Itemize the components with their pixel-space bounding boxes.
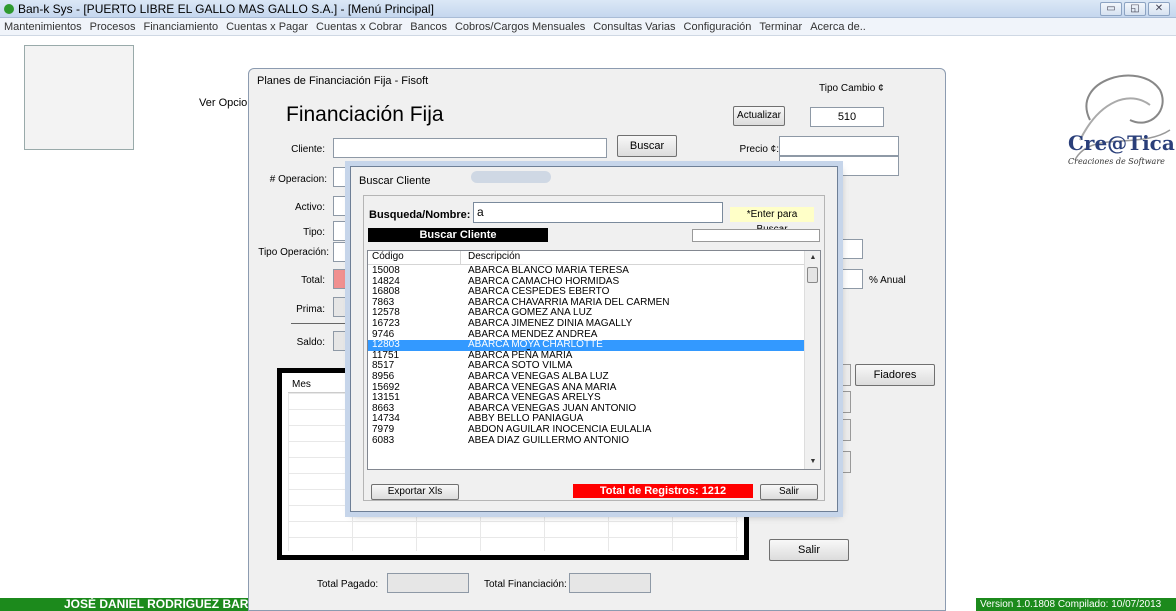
status-version: Version 1.0.1808 Compilado: 10/07/2013	[976, 598, 1176, 611]
list-item[interactable]: 7979 ABDON AGUILAR INOCENCIA EULALIA	[368, 423, 806, 436]
activo-label: Activo:	[294, 202, 325, 213]
row-desc: ABARCA BLANCO MARIA TERESA	[468, 265, 629, 276]
list-header: Código Descripción	[368, 251, 806, 265]
cliente-label: Cliente:	[291, 144, 325, 155]
total-pagado-label: Total Pagado:	[317, 579, 379, 590]
window-titlebar: Ban-k Sys - [PUERTO LIBRE EL GALLO MAS G…	[0, 0, 1176, 18]
column-separator	[460, 251, 461, 265]
precio-label: Precio ¢:	[739, 144, 779, 155]
divider	[291, 323, 355, 324]
row-desc: ABARCA VENEGAS ALBA LUZ	[468, 370, 609, 382]
buscar-button[interactable]: Buscar	[617, 135, 677, 157]
logo-subtitle: Creaciones de Software	[1068, 157, 1165, 166]
precio-field[interactable]	[779, 136, 899, 156]
tipo-operacion-label: Tipo Operación:	[258, 247, 329, 258]
side-button-stub[interactable]	[837, 391, 851, 413]
tipo-cambio-field[interactable]: 510	[810, 107, 884, 127]
logo-text: Cre@Tica	[1068, 131, 1175, 155]
anual-label: % Anual	[869, 275, 906, 286]
tipo-cambio-label: Tipo Cambio ¢	[819, 83, 884, 94]
dialog-panel: Busqueda/Nombre: a *Enter para Buscar Bu…	[363, 195, 825, 501]
menu-cobros-cargos[interactable]: Cobros/Cargos Mensuales	[455, 18, 585, 35]
row-code: 8956	[372, 370, 395, 382]
menu-bancos[interactable]: Bancos	[410, 18, 447, 35]
menu-bar: Mantenimientos Procesos Financiamiento C…	[0, 18, 1176, 36]
window-title: Ban-k Sys - [PUERTO LIBRE EL GALLO MAS G…	[18, 2, 434, 16]
search-label: Busqueda/Nombre:	[369, 209, 471, 221]
scroll-up-icon[interactable]: ▲	[805, 251, 820, 265]
list-scrollbar[interactable]: ▲ ▼	[804, 251, 820, 469]
list-item[interactable]: 16723 ABARCA JIMENEZ DINIA MAGALLY	[368, 317, 806, 330]
scroll-thumb[interactable]	[807, 267, 818, 283]
menu-mantenimientos[interactable]: Mantenimientos	[4, 18, 82, 35]
row-desc: ABEA DIAZ GUILLERMO ANTONIO	[468, 434, 629, 446]
salir-main-button[interactable]: Salir	[769, 539, 849, 561]
buscar-cliente-dialog: Buscar Cliente Busqueda/Nombre: a *Enter…	[350, 166, 838, 512]
row-code: 15008	[372, 265, 400, 276]
fiadores-button[interactable]: Fiadores	[855, 364, 935, 386]
status-user: JOSÉ DANIEL RODRÍGUEZ BARI	[0, 598, 250, 611]
menu-financiamiento[interactable]: Financiamiento	[144, 18, 219, 35]
side-button-stub[interactable]	[837, 451, 851, 473]
menu-cuentas-pagar[interactable]: Cuentas x Pagar	[226, 18, 308, 35]
clientes-list[interactable]: Código Descripción 15008 ABARCA BLANCO MA…	[367, 250, 821, 470]
total-financiacion-label: Total Financiación:	[484, 579, 567, 590]
list-item[interactable]: 6083 ABEA DIAZ GUILLERMO ANTONIO	[368, 434, 806, 447]
list-item[interactable]: 8663 ABARCA VENEGAS JUAN ANTONIO	[368, 403, 806, 415]
blurred-title-region	[471, 171, 551, 183]
page-title: Financiación Fija	[286, 103, 444, 126]
menu-acerca[interactable]: Acerca de..	[810, 18, 866, 35]
buscar-cliente-bar[interactable]: Buscar Cliente	[368, 228, 548, 242]
side-button-stub[interactable]	[837, 419, 851, 441]
list-item[interactable]: 11751 ABARCA PEÑA MARIA	[368, 350, 806, 362]
exportar-xls-button[interactable]: Exportar Xls	[371, 484, 459, 500]
menu-configuracion[interactable]: Configuración	[684, 18, 752, 35]
total-financiacion-field[interactable]	[569, 573, 651, 593]
list-item[interactable]: 8956 ABARCA VENEGAS ALBA LUZ	[368, 370, 806, 383]
minimize-icon[interactable]: ▭	[1100, 2, 1122, 16]
search-input[interactable]: a	[473, 202, 723, 223]
row-code: 6083	[372, 434, 395, 446]
row-desc: ABARCA JIMENEZ DINIA MAGALLY	[468, 317, 633, 329]
column-codigo[interactable]: Código	[372, 251, 462, 262]
total-registros-badge: Total de Registros: 1212	[573, 484, 753, 498]
list-item[interactable]: 15008 ABARCA BLANCO MARIA TERESA	[368, 265, 806, 277]
list-item-selected[interactable]: 12803 ABARCA MOYA CHARLOTTE	[368, 340, 806, 351]
scroll-down-icon[interactable]: ▼	[805, 455, 820, 469]
menu-consultas[interactable]: Consultas Varias	[593, 18, 675, 35]
progress-bar	[692, 229, 820, 242]
user-photo	[24, 45, 134, 150]
ver-opciones-button[interactable]: Ver Opcio	[199, 97, 247, 109]
row-code: 7979	[372, 423, 395, 435]
dialog-title: Buscar Cliente	[359, 175, 431, 187]
row-code: 16723	[372, 317, 400, 329]
prima-label: Prima:	[296, 304, 325, 315]
total-pagado-field[interactable]	[387, 573, 469, 593]
saldo-label: Saldo:	[296, 337, 325, 348]
cliente-field[interactable]	[333, 138, 607, 158]
restore-icon[interactable]: ◱	[1124, 2, 1146, 16]
enter-hint: *Enter para Buscar	[730, 207, 814, 235]
operacion-label: # Operacion:	[269, 174, 327, 185]
close-icon[interactable]: ✕	[1148, 2, 1170, 16]
window-controls: ▭ ◱ ✕	[1100, 2, 1170, 16]
side-button-stub[interactable]	[837, 364, 851, 386]
tipo-label: Tipo:	[303, 227, 325, 238]
list-rows: 15008 ABARCA BLANCO MARIA TERESA 14824 ABA…	[368, 265, 806, 447]
actualizar-button[interactable]: Actualizar	[733, 106, 785, 126]
financiacion-window-title: Planes de Financiación Fija - Fisoft	[257, 75, 429, 87]
row-desc: ABDON AGUILAR INOCENCIA EULALIA	[468, 423, 652, 435]
menu-procesos[interactable]: Procesos	[90, 18, 136, 35]
salir-dialog-button[interactable]: Salir	[760, 484, 818, 500]
menu-cuentas-cobrar[interactable]: Cuentas x Cobrar	[316, 18, 402, 35]
column-descripcion[interactable]: Descripción	[468, 251, 808, 262]
menu-terminar[interactable]: Terminar	[759, 18, 802, 35]
total-label: Total:	[301, 275, 325, 286]
app-icon	[4, 4, 14, 14]
